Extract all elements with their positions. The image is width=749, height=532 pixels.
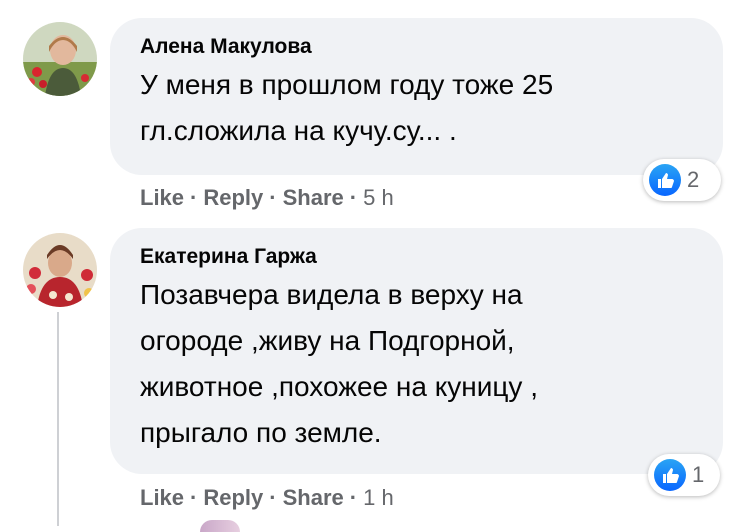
- reaction-count: 2: [687, 167, 700, 192]
- comment-bubble: Алена Макулова У меня в прошлом году тож…: [110, 18, 723, 175]
- reply-button[interactable]: Reply: [203, 485, 263, 511]
- comment-item: Алена Макулова У меня в прошлом году тож…: [0, 0, 749, 230]
- comment-author[interactable]: Алена Макулова: [140, 35, 312, 59]
- comment-timestamp[interactable]: 1 h: [363, 485, 394, 511]
- reply-button[interactable]: Reply: [203, 185, 263, 211]
- separator: ·: [269, 185, 277, 210]
- comment-item: Екатерина Гаржа Позавчера видела в верху…: [0, 225, 749, 525]
- separator: ·: [349, 185, 358, 210]
- thumbs-up-icon: [654, 459, 686, 491]
- like-button[interactable]: Like: [140, 485, 184, 511]
- reaction-count: 1: [692, 462, 705, 487]
- separator: ·: [190, 485, 198, 510]
- share-button[interactable]: Share: [283, 185, 344, 211]
- avatar-photo: [23, 22, 97, 96]
- avatar[interactable]: [23, 233, 97, 307]
- reaction-summary[interactable]: 1: [648, 454, 720, 496]
- separator: ·: [269, 485, 277, 510]
- comment-author[interactable]: Екатерина Гаржа: [140, 245, 317, 269]
- separator: ·: [190, 185, 198, 210]
- thumbs-up-icon: [649, 164, 681, 196]
- reaction-summary[interactable]: 2: [643, 159, 721, 201]
- avatar-photo: [23, 233, 97, 307]
- comment-bubble: Екатерина Гаржа Позавчера видела в верху…: [110, 228, 723, 474]
- comment-actions: Like · Reply · Share · 1 h: [140, 485, 394, 511]
- comment-actions: Like · Reply · Share · 5 h: [140, 185, 394, 211]
- like-button[interactable]: Like: [140, 185, 184, 211]
- share-button[interactable]: Share: [283, 485, 344, 511]
- avatar[interactable]: [23, 22, 97, 96]
- comment-text: У меня в прошлом году тоже 25 гл.сложила…: [140, 69, 554, 146]
- separator: ·: [349, 485, 358, 510]
- next-comment-avatar-edge: [200, 520, 240, 532]
- comment-timestamp[interactable]: 5 h: [363, 185, 394, 211]
- comment-text: Позавчера видела в верху на огороде ,жив…: [140, 279, 538, 448]
